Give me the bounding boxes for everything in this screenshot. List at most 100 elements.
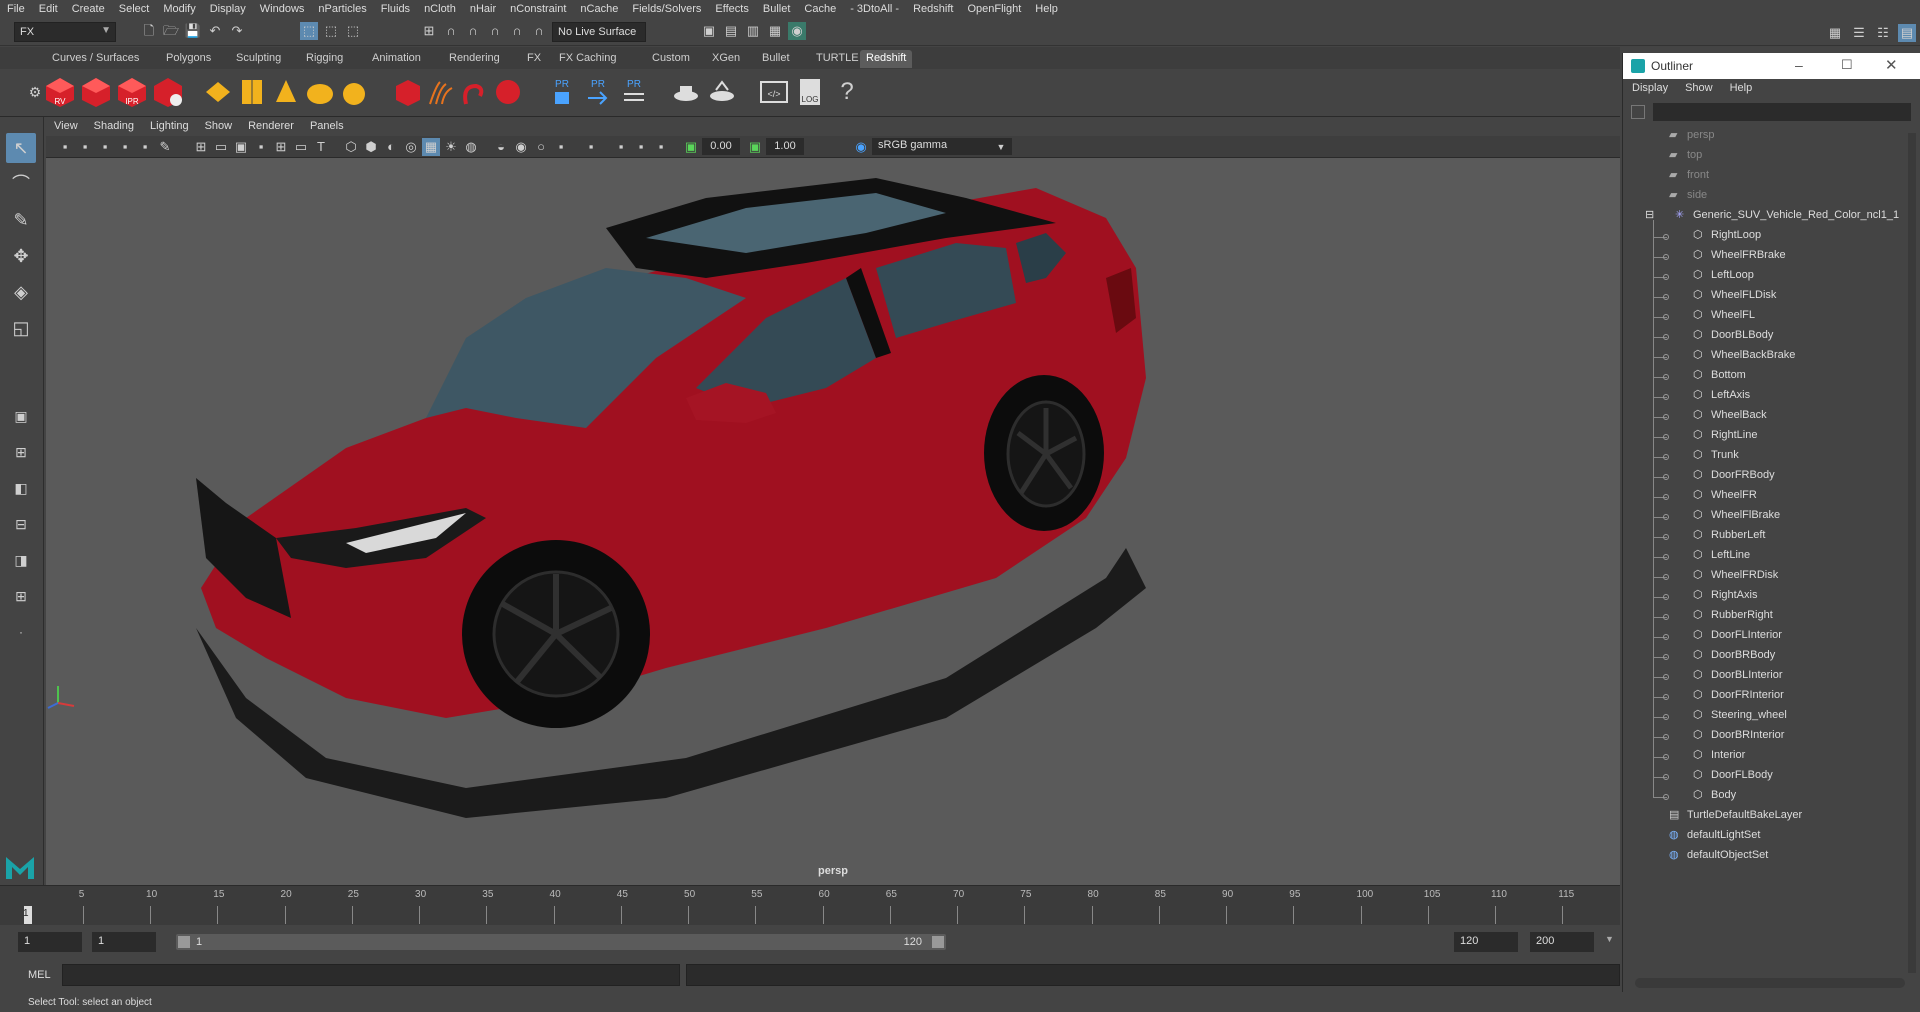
menu-item[interactable]: Help xyxy=(1028,3,1065,15)
safe-title-icon[interactable]: T xyxy=(312,138,330,156)
sun-sky-icon[interactable] xyxy=(338,76,370,108)
proxy-import-icon[interactable]: PR xyxy=(582,76,614,108)
save-scene-icon[interactable]: 💾 xyxy=(184,22,202,40)
depth-of-field-icon[interactable]: ○ xyxy=(532,138,550,156)
chevron-down-icon[interactable]: ▼ xyxy=(992,138,1010,156)
four-view-layout-icon[interactable]: ⊞ xyxy=(6,437,36,467)
outliner-item[interactable]: ⬡ WheelFL xyxy=(1623,308,1901,326)
outliner-item[interactable]: ⬡ WheelFRDisk xyxy=(1623,568,1901,586)
perspective-viewport[interactable]: persp xyxy=(46,158,1620,885)
time-slider[interactable]: 1 5 10 15 20 25 30 35 40 45 50 55 60 65 70 75 80 85 90 95 1… xyxy=(0,885,1620,925)
snap-grid-icon[interactable]: ⊞ xyxy=(420,22,438,40)
lasso-tool-icon[interactable]: ⌒ xyxy=(6,169,36,199)
snap-point-icon[interactable]: ∩ xyxy=(464,22,482,40)
mel-command-input[interactable] xyxy=(62,964,680,986)
menu-set-dropdown[interactable]: FX ▼ xyxy=(14,22,116,42)
outliner-item[interactable]: ⬡ Trunk xyxy=(1623,448,1901,466)
attribute-editor-icon[interactable]: ☰ xyxy=(1850,24,1868,42)
menu-item[interactable]: nCache xyxy=(573,3,625,15)
range-options-icon[interactable]: ▼ xyxy=(1605,934,1614,944)
2d-pan-zoom-icon[interactable]: ▪ xyxy=(136,138,154,156)
shelf-tab[interactable]: Rendering xyxy=(443,50,506,68)
resolution-gate-icon[interactable]: ▣ xyxy=(232,138,250,156)
range-slider-start-handle[interactable] xyxy=(178,936,190,948)
snap-view-icon[interactable]: ∩ xyxy=(486,22,504,40)
single-view-layout-icon[interactable]: ▣ xyxy=(6,401,36,431)
menu-item[interactable]: nHair xyxy=(463,3,503,15)
outliner-item[interactable]: ▰ top xyxy=(1623,148,1901,166)
suv-vehicle-model[interactable] xyxy=(46,158,1620,885)
hypershade-icon[interactable]: ◉ xyxy=(788,22,806,40)
outliner-item[interactable]: ⬡ LeftLine xyxy=(1623,548,1901,566)
material-icon[interactable] xyxy=(392,76,424,108)
playback-start-field[interactable]: 1 xyxy=(92,932,156,952)
shelf-tab[interactable]: Polygons xyxy=(160,50,217,68)
log-icon[interactable]: LOG xyxy=(794,76,826,108)
hypershade-layout-icon[interactable]: ⊞ xyxy=(6,581,36,611)
outliner-item[interactable]: ⬡ Interior xyxy=(1623,748,1901,766)
shelf-tab[interactable]: Sculpting xyxy=(230,50,287,68)
maximize-icon[interactable]: ☐ xyxy=(1841,57,1853,73)
select-by-hierarchy-icon[interactable]: ⬚ xyxy=(300,22,318,40)
workspace-icon[interactable]: ▦ xyxy=(1826,24,1844,42)
motion-blur-icon[interactable]: ◒ xyxy=(492,138,510,156)
scale-tool-icon[interactable]: ◱ xyxy=(6,313,36,343)
ipr-render-icon[interactable]: ▥ xyxy=(744,22,762,40)
exposure-icon[interactable]: ▣ xyxy=(682,138,700,156)
outliner-horizontal-scrollbar[interactable] xyxy=(1635,978,1905,988)
outliner-item[interactable]: ⬡ DoorFLInterior xyxy=(1623,628,1901,646)
shelf-tab[interactable]: FX Caching xyxy=(553,50,622,68)
outliner-item[interactable]: ⬡ RightAxis xyxy=(1623,588,1901,606)
outliner-item[interactable]: ⬡ LeftLoop xyxy=(1623,268,1901,286)
viewport-menu-item[interactable]: View xyxy=(46,118,86,134)
proxy-sphere-icon[interactable] xyxy=(492,76,524,108)
dome-light-icon[interactable] xyxy=(304,76,336,108)
outliner-item[interactable]: ⬡ WheelFR xyxy=(1623,488,1901,506)
multisample-aa-icon[interactable]: ◉ xyxy=(512,138,530,156)
redshift-render-icon[interactable] xyxy=(80,76,112,108)
menu-item[interactable]: File xyxy=(0,3,32,15)
help-icon[interactable]: ? xyxy=(832,77,862,107)
new-scene-icon[interactable]: 🗋 xyxy=(140,22,158,40)
xray-active-icon[interactable]: ▪ xyxy=(652,138,670,156)
shelf-tab[interactable]: Custom xyxy=(646,50,696,68)
outliner-item[interactable]: ⬡ Steering_wheel xyxy=(1623,708,1901,726)
menu-item[interactable]: Fluids xyxy=(374,3,417,15)
render-frame-icon[interactable]: ▤ xyxy=(722,22,740,40)
xray-joints-icon[interactable]: ▪ xyxy=(612,138,630,156)
isolate-select-icon[interactable]: ▪ xyxy=(552,138,570,156)
persp-graph-layout-icon[interactable]: ◨ xyxy=(6,545,36,575)
menu-item[interactable]: OpenFlight xyxy=(960,3,1028,15)
playback-end-field[interactable]: 120 xyxy=(1454,932,1518,952)
outliner-item[interactable]: ⬡ WheelFLDisk xyxy=(1623,288,1901,306)
menu-item[interactable]: Effects xyxy=(708,3,755,15)
shelf-tab[interactable]: XGen xyxy=(706,50,746,68)
film-gate-icon[interactable]: ▭ xyxy=(212,138,230,156)
color-management-icon[interactable]: ◉ xyxy=(852,138,870,156)
outliner-menu-item[interactable]: Show xyxy=(1676,79,1721,94)
channel-box-icon[interactable]: ☷ xyxy=(1874,24,1892,42)
side-by-side-layout-icon[interactable]: ◧ xyxy=(6,473,36,503)
hair-icon[interactable] xyxy=(424,76,456,108)
range-slider[interactable]: 1 120 xyxy=(176,934,946,950)
minimize-icon[interactable]: – xyxy=(1795,57,1803,73)
outliner-item[interactable]: ⬡ DoorFLBody xyxy=(1623,768,1901,786)
menu-item[interactable]: nConstraint xyxy=(503,3,573,15)
select-by-component-icon[interactable]: ⬚ xyxy=(344,22,362,40)
view-transform-dropdown[interactable]: sRGB gamma xyxy=(872,138,1012,155)
outliner-item[interactable]: ✳ Generic_SUV_Vehicle_Red_Color_ncl1_1 ⊟ xyxy=(1623,208,1901,226)
script-language-label[interactable]: MEL xyxy=(28,969,51,981)
redo-icon[interactable]: ↷ xyxy=(228,22,246,40)
close-icon[interactable]: ✕ xyxy=(1885,56,1898,74)
outliner-item[interactable]: ⬡ RubberRight xyxy=(1623,608,1901,626)
outliner-item[interactable]: ⬡ DoorFRBody xyxy=(1623,468,1901,486)
menu-item[interactable]: Cache xyxy=(797,3,843,15)
image-plane-icon[interactable]: ▪ xyxy=(116,138,134,156)
redshift-ipr-icon[interactable]: IPR xyxy=(116,76,148,108)
outliner-item[interactable]: ▰ persp xyxy=(1623,128,1901,146)
snap-live-icon[interactable]: ∩ xyxy=(530,22,548,40)
area-light-icon[interactable] xyxy=(202,76,234,108)
redshift-settings-icon[interactable] xyxy=(152,76,184,108)
redshift-render-view-icon[interactable]: RV xyxy=(44,76,76,108)
select-tool-icon[interactable]: ↖ xyxy=(6,133,36,163)
